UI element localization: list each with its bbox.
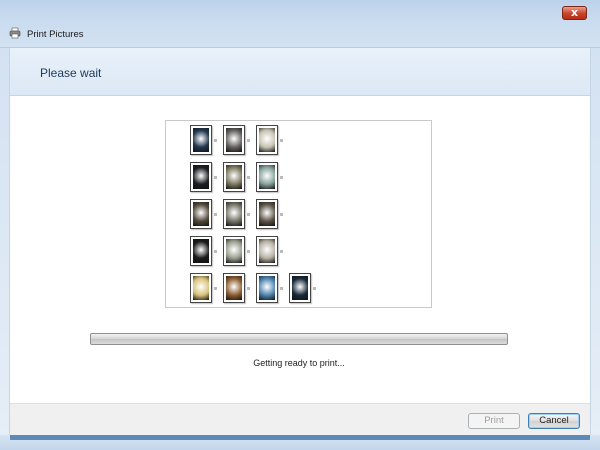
thumbnail-marker bbox=[247, 250, 250, 253]
window-frame-right bbox=[590, 48, 600, 443]
photo-thumbnail-image bbox=[259, 239, 275, 263]
content-area: Getting ready to print... bbox=[10, 96, 590, 403]
photo-thumbnail-image bbox=[193, 202, 209, 226]
thumbnail-marker bbox=[214, 176, 217, 179]
photo-thumbnail-image bbox=[193, 239, 209, 263]
thumbnail-marker bbox=[214, 250, 217, 253]
photo-thumbnail bbox=[190, 236, 217, 266]
close-icon: x bbox=[570, 6, 579, 19]
photo-thumbnail bbox=[190, 199, 217, 229]
print-button[interactable]: Print bbox=[468, 413, 520, 429]
photo-thumbnail-image bbox=[226, 239, 242, 263]
title-bar[interactable]: Print Pictures x bbox=[0, 0, 600, 48]
photo-thumbnail-image bbox=[259, 165, 275, 189]
thumbnail-marker bbox=[247, 213, 250, 216]
photo-thumbnail-image bbox=[226, 128, 242, 152]
photo-thumbnail bbox=[190, 273, 217, 303]
window-frame-left bbox=[0, 48, 10, 443]
photo-thumbnail bbox=[190, 125, 217, 155]
thumbnail-marker bbox=[247, 176, 250, 179]
photo-thumbnail-image bbox=[259, 202, 275, 226]
print-preview bbox=[165, 120, 432, 308]
photo-thumbnail-image bbox=[292, 276, 308, 300]
thumbnail-marker bbox=[214, 213, 217, 216]
photo-thumbnail bbox=[190, 162, 217, 192]
photo-thumbnail bbox=[289, 273, 316, 303]
status-text: Getting ready to print... bbox=[253, 358, 345, 368]
progress-bar bbox=[90, 333, 508, 345]
photo-thumbnail bbox=[223, 273, 250, 303]
photo-thumbnail-image bbox=[226, 165, 242, 189]
photo-thumbnail bbox=[223, 236, 250, 266]
photo-thumbnail-image bbox=[259, 128, 275, 152]
page-title: Please wait bbox=[40, 66, 102, 80]
thumbnail-marker bbox=[247, 139, 250, 142]
thumbnail-marker bbox=[313, 287, 316, 290]
thumbnail-marker bbox=[280, 139, 283, 142]
thumbnail-marker bbox=[280, 213, 283, 216]
thumbnail-marker bbox=[214, 287, 217, 290]
photo-thumbnail bbox=[256, 125, 283, 155]
photo-thumbnail bbox=[256, 199, 283, 229]
thumbnail-marker bbox=[280, 250, 283, 253]
thumbnail-marker bbox=[247, 287, 250, 290]
photo-thumbnail-image bbox=[259, 276, 275, 300]
thumbnail-marker bbox=[214, 139, 217, 142]
window-frame-bottom bbox=[0, 435, 600, 450]
photo-thumbnail-image bbox=[226, 276, 242, 300]
button-bar: Print Cancel bbox=[10, 403, 590, 435]
photo-thumbnail bbox=[223, 162, 250, 192]
photo-thumbnail-image bbox=[193, 128, 209, 152]
photo-thumbnail bbox=[256, 162, 283, 192]
photo-thumbnail bbox=[256, 236, 283, 266]
photo-thumbnail-image bbox=[193, 165, 209, 189]
frame-accent-line bbox=[10, 435, 590, 440]
cancel-button[interactable]: Cancel bbox=[528, 413, 580, 429]
print-pictures-window: Print Pictures x Please wait Getting rea… bbox=[0, 0, 600, 450]
photo-thumbnail bbox=[223, 199, 250, 229]
thumbnail-marker bbox=[280, 176, 283, 179]
photo-thumbnail bbox=[223, 125, 250, 155]
thumbnail-marker bbox=[280, 287, 283, 290]
photo-thumbnail-image bbox=[226, 202, 242, 226]
window-title: Print Pictures bbox=[27, 29, 84, 40]
close-button[interactable]: x bbox=[562, 6, 587, 20]
wizard-header: Please wait bbox=[10, 48, 590, 96]
printer-icon bbox=[9, 27, 21, 39]
photo-thumbnail bbox=[256, 273, 283, 303]
photo-thumbnail-image bbox=[193, 276, 209, 300]
